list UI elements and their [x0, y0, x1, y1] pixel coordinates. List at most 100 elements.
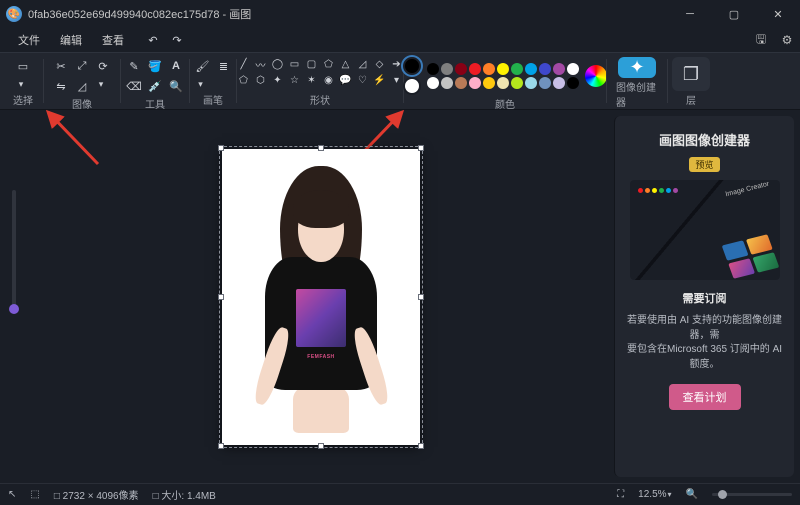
color-swatch[interactable] — [427, 77, 439, 89]
color-swatch[interactable] — [539, 77, 551, 89]
color-swatch[interactable] — [441, 63, 453, 75]
file-size: □ 大小: 1.4MB — [153, 487, 216, 502]
section-creator-label: 图像创建器 — [616, 79, 658, 109]
menu-file[interactable]: 文件 — [8, 29, 50, 51]
color-swatch[interactable] — [455, 63, 467, 75]
color-swatch[interactable] — [511, 63, 523, 75]
magnifier-tool[interactable]: 🔍 — [167, 77, 185, 95]
brush-size-slider[interactable] — [12, 190, 16, 310]
left-rail — [0, 110, 28, 483]
fit-screen-icon[interactable]: ⛶ — [617, 489, 624, 500]
flip-tool[interactable]: ⇋ — [52, 77, 70, 95]
shape-curve[interactable]: 〰 — [254, 57, 268, 71]
select-dropdown[interactable]: ▾ — [14, 77, 28, 91]
canvas-dims: □ 2732 × 4096像素 — [54, 487, 139, 502]
brush-tool[interactable]: 🖌 — [194, 57, 212, 75]
color-swatch[interactable] — [567, 77, 579, 89]
shapes-row-1: ╱ 〰 ◯ ▭ ▢ ⬠ △ ◿ ◇ ➔ — [237, 57, 404, 71]
selection-handle[interactable] — [418, 145, 424, 151]
shape-line[interactable]: ╱ — [237, 57, 251, 71]
color-swatch[interactable] — [483, 63, 495, 75]
menu-view[interactable]: 查看 — [92, 29, 134, 51]
artboard-print-text: FEMFASH — [296, 350, 347, 363]
shape-pentagon[interactable]: ⬠ — [237, 73, 251, 87]
color-swatch[interactable] — [469, 63, 481, 75]
zoom-out-icon[interactable]: 🔍 — [686, 489, 698, 500]
settings-icon[interactable]: ⚙ — [774, 33, 800, 47]
artboard[interactable]: FEMFASH — [222, 149, 420, 445]
color-secondary[interactable] — [403, 77, 421, 95]
resize-tool[interactable]: ⤢ — [73, 57, 91, 75]
minimize-button[interactable]: ─ — [668, 0, 712, 28]
shape-oval[interactable]: ◯ — [271, 57, 285, 71]
stroke-width[interactable]: ≣ — [215, 57, 233, 75]
shapes-dropdown[interactable]: ▾ — [390, 73, 404, 87]
canvas-area[interactable]: FEMFASH — [28, 110, 614, 483]
color-swatch[interactable] — [525, 63, 537, 75]
color-swatch[interactable] — [483, 77, 495, 89]
shape-roundrect[interactable]: ▢ — [305, 57, 319, 71]
selection-handle[interactable] — [218, 443, 224, 449]
selection-handle[interactable] — [218, 294, 224, 300]
zoom-level[interactable]: 12.5%▾ — [638, 489, 671, 500]
image-creator-button[interactable]: ✦ — [618, 57, 656, 78]
panel-preview: Image Creator — [630, 180, 780, 280]
shape-polygon[interactable]: ⬠ — [322, 57, 336, 71]
selection-handle[interactable] — [318, 145, 324, 151]
undo-button[interactable]: ↶ — [144, 31, 162, 49]
color-swatch[interactable] — [441, 77, 453, 89]
selection-handle[interactable] — [418, 443, 424, 449]
shape-rect[interactable]: ▭ — [288, 57, 302, 71]
color-swatch[interactable] — [525, 77, 537, 89]
redo-button[interactable]: ↷ — [168, 31, 186, 49]
shape-star4[interactable]: ✦ — [271, 73, 285, 87]
panel-cta-button[interactable]: 查看计划 — [669, 384, 741, 410]
shape-rtriangle[interactable]: ◿ — [356, 57, 370, 71]
picker-tool[interactable]: 💉 — [146, 77, 164, 95]
maximize-button[interactable]: ▢ — [712, 0, 756, 28]
image-dropdown[interactable]: ▾ — [94, 77, 108, 91]
panel-preview-label: Image Creator — [725, 181, 770, 199]
selection-handle[interactable] — [318, 443, 324, 449]
selection-handle[interactable] — [418, 294, 424, 300]
shape-diamond[interactable]: ◇ — [373, 57, 387, 71]
cursor-pos-icon: ↖ — [8, 489, 16, 500]
text-tool[interactable]: A — [167, 57, 185, 75]
close-button[interactable]: ✕ — [756, 0, 800, 28]
color-primary[interactable] — [403, 57, 421, 75]
shape-star6[interactable]: ✶ — [305, 73, 319, 87]
layers-button[interactable]: ❐ — [672, 57, 710, 91]
color-picker-button[interactable] — [585, 65, 607, 87]
shapes-row-2: ⬠ ⬡ ✦ ☆ ✶ ◉ 💬 ♡ ⚡ ▾ — [237, 73, 404, 87]
shape-triangle[interactable]: △ — [339, 57, 353, 71]
shape-hexagon[interactable]: ⬡ — [254, 73, 268, 87]
zoom-slider[interactable] — [712, 493, 792, 496]
shape-lightning[interactable]: ⚡ — [373, 73, 387, 87]
save-icon[interactable]: 🖫 — [748, 30, 774, 51]
color-swatch[interactable] — [497, 63, 509, 75]
select-rect-tool[interactable]: ▭ — [14, 57, 32, 75]
rotate-tool[interactable]: ⟳ — [94, 57, 112, 75]
menu-edit[interactable]: 编辑 — [50, 29, 92, 51]
color-swatch[interactable] — [427, 63, 439, 75]
brush-dropdown[interactable]: ▾ — [194, 77, 208, 91]
color-swatch[interactable] — [539, 63, 551, 75]
crop-tool[interactable]: ✂ — [52, 57, 70, 75]
color-swatch[interactable] — [567, 63, 579, 75]
shape-callout[interactable]: ◉ — [322, 73, 336, 87]
color-swatch[interactable] — [455, 77, 467, 89]
shape-bubble[interactable]: 💬 — [339, 73, 353, 87]
shape-star5[interactable]: ☆ — [288, 73, 302, 87]
selection-handle[interactable] — [218, 145, 224, 151]
pencil-tool[interactable]: ✎ — [125, 57, 143, 75]
color-swatch[interactable] — [497, 77, 509, 89]
eraser-tool[interactable]: ⌫ — [125, 77, 143, 95]
shape-arrow-r[interactable]: ➔ — [390, 57, 404, 71]
color-swatch[interactable] — [553, 77, 565, 89]
color-swatch[interactable] — [469, 77, 481, 89]
shape-heart[interactable]: ♡ — [356, 73, 370, 87]
color-swatch[interactable] — [553, 63, 565, 75]
color-swatch[interactable] — [511, 77, 523, 89]
fill-tool[interactable]: 🪣 — [146, 57, 164, 75]
skew-tool[interactable]: ◿ — [73, 77, 91, 95]
